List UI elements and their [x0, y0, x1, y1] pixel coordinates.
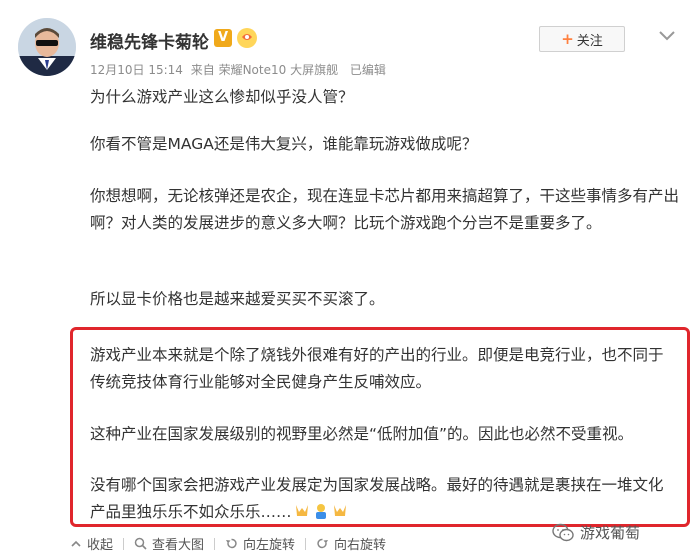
highlighted-paragraph: 没有哪个国家会把游戏产业发展定为国家发展战略。最好的待遇就是裹挟在一堆文化产品里…: [90, 472, 675, 526]
toolbar-divider: [305, 537, 307, 550]
follow-button[interactable]: + 关注: [539, 26, 625, 52]
collapse-label: 收起: [87, 538, 114, 553]
hands-up-emoji: [331, 502, 349, 520]
wechat-logo-icon: [552, 523, 574, 541]
rotate-left-button[interactable]: 向左旋转: [225, 534, 295, 553]
avatar[interactable]: [18, 18, 76, 76]
hands-up-emoji: [293, 502, 311, 520]
rotate-right-button[interactable]: 向右旋转: [316, 534, 386, 553]
collapse-icon: [71, 540, 81, 547]
post-paragraph: 你想想啊，无论核弹还是农企，现在连显卡芯片都用来搞超算了，干这些事情多有产出啊？…: [90, 187, 680, 232]
chevron-down-icon[interactable]: [658, 28, 676, 42]
post-paragraph: 所以显卡价格也是越来越爱买买不买滚了。: [90, 290, 385, 308]
highlighted-paragraph-text: 没有哪个国家会把游戏产业发展定为国家发展战略。最好的待遇就是裹挟在一堆文化产品里…: [90, 476, 664, 521]
rotate-right-label: 向右旋转: [334, 538, 387, 553]
magnifier-icon: [134, 537, 147, 550]
post-edited[interactable]: 已编辑: [350, 63, 386, 77]
rotate-right-icon: [317, 538, 329, 549]
toolbar-divider: [123, 537, 125, 550]
plus-icon: +: [561, 30, 574, 48]
watermark: 游戏葡萄: [552, 522, 640, 543]
post-meta: 12月10日 15:14 来自 荣耀Note10 大屏旗舰 已编辑: [90, 61, 390, 78]
post-paragraph: 你看不管是MAGA还是伟大复兴，谁能靠玩游戏做成呢？: [90, 135, 478, 153]
post-paragraph: 为什么游戏产业这么惨却似乎没人管？: [90, 88, 354, 106]
rotate-left-label: 向左旋转: [243, 538, 296, 553]
fan-badge-icon: [236, 27, 258, 49]
toolbar-divider: [214, 537, 216, 550]
shrug-emoji: [312, 502, 330, 520]
rotate-left-icon: [226, 538, 237, 549]
collapse-button[interactable]: 收起: [70, 534, 113, 553]
watermark-text: 游戏葡萄: [580, 524, 641, 542]
image-toolbar: 收起 查看大图 向左旋转 向右旋转: [70, 534, 392, 553]
highlighted-paragraph: 这种产业在国家发展级别的视野里必然是“低附加值”的。因此也必然不受重视。: [90, 425, 634, 443]
view-large-button[interactable]: 查看大图: [134, 534, 204, 553]
view-large-label: 查看大图: [152, 538, 205, 553]
username[interactable]: 维稳先锋卡菊轮: [90, 28, 209, 53]
follow-label: 关注: [576, 33, 603, 49]
highlighted-paragraph: 游戏产业本来就是个除了烧钱外很难有好的产出的行业。即便是电竞行业，也不同于传统竞…: [90, 346, 664, 391]
post-source: 来自 荣耀Note10 大屏旗舰: [190, 63, 339, 77]
verified-v-icon: V: [214, 29, 232, 47]
post-timestamp[interactable]: 12月10日 15:14: [90, 63, 183, 77]
